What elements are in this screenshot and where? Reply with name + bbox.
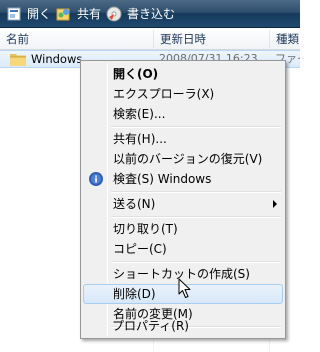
submenu-arrow-icon [273, 200, 277, 208]
menu-item-share[interactable]: 共有(H)... [83, 129, 283, 149]
menu-item-label: 削除(D) [113, 287, 156, 301]
menu-item-restore-previous[interactable]: 以前のバージョンの復元(V) [83, 149, 283, 169]
menu-item-properties[interactable]: プロパティ(R) [82, 316, 282, 336]
menu-item-label: 共有(H)... [113, 132, 167, 146]
column-name[interactable]: 名前 [0, 28, 152, 50]
menu-item-label: 以前のバージョンの復元(V) [113, 152, 263, 166]
open-icon [7, 7, 21, 21]
share-button[interactable]: 共有 [56, 4, 101, 24]
open-button[interactable]: 開く [6, 4, 51, 24]
menu-item-send-to[interactable]: 送る(N) [83, 194, 283, 214]
column-modified[interactable]: 更新日時 [154, 28, 268, 50]
share-label: 共有 [77, 7, 102, 21]
menu-separator [111, 191, 281, 193]
column-header: 名前 更新日時 種類 [0, 28, 300, 50]
menu-item-label: 検査(S) Windows [113, 172, 212, 186]
column-type[interactable]: 種類 [270, 28, 300, 50]
burn-label: 書き込む [127, 7, 176, 21]
file-name: Windows [31, 52, 83, 66]
menu-item-search[interactable]: 検索(E)... [83, 104, 283, 124]
menu-item-copy[interactable]: コピー(C) [83, 239, 283, 259]
burn-icon [106, 6, 122, 22]
open-label: 開く [27, 7, 52, 21]
share-icon [56, 8, 70, 21]
menu-item-label: プロパティ(R) [112, 319, 189, 333]
scan-icon: i [89, 172, 103, 186]
command-bar: 開く 共有 書き込む [0, 0, 300, 28]
menu-item-label: コピー(C) [113, 242, 167, 256]
menu-separator [111, 126, 281, 128]
menu-item-label: 送る(N) [113, 197, 156, 211]
menu-separator [111, 261, 281, 263]
menu-item-label: 開く(O) [113, 67, 159, 81]
mouse-cursor-icon [178, 278, 191, 298]
menu-item-label: 検索(E)... [113, 107, 166, 121]
menu-item-scan[interactable]: i 検査(S) Windows [83, 169, 283, 189]
file-name-cell: Windows [10, 51, 82, 67]
menu-item-explore[interactable]: エクスプローラ(X) [83, 84, 283, 104]
menu-item-label: 切り取り(T) [113, 222, 178, 236]
folder-icon [10, 54, 26, 66]
menu-separator [111, 216, 281, 218]
menu-item-cut[interactable]: 切り取り(T) [83, 219, 283, 239]
menu-item-open[interactable]: 開く(O) [83, 64, 283, 84]
svg-text:i: i [94, 176, 97, 186]
burn-button[interactable]: 書き込む [106, 4, 175, 24]
menu-item-label: エクスプローラ(X) [113, 87, 215, 101]
